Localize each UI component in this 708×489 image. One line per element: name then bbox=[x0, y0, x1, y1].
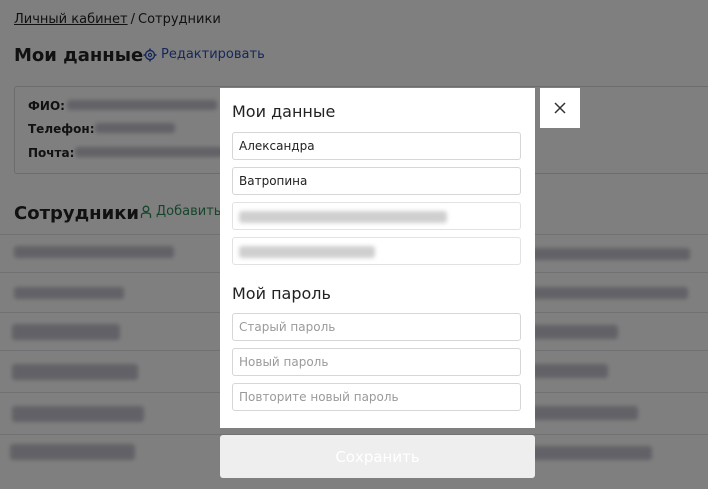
repeat-password-field[interactable] bbox=[232, 383, 521, 411]
save-button[interactable]: Сохранить bbox=[220, 435, 535, 478]
modal-password-heading: Мой пароль bbox=[232, 284, 331, 303]
first-name-field[interactable] bbox=[232, 132, 521, 160]
close-modal-button[interactable] bbox=[540, 88, 580, 128]
phone-field[interactable] bbox=[232, 202, 521, 230]
phone-field-redacted-value bbox=[239, 211, 447, 223]
new-password-field[interactable] bbox=[232, 348, 521, 376]
email-field-redacted-value bbox=[239, 246, 375, 258]
email-field[interactable] bbox=[232, 237, 521, 265]
modal-data-heading: Мои данные bbox=[232, 102, 336, 121]
old-password-field[interactable] bbox=[232, 313, 521, 341]
close-icon bbox=[554, 102, 566, 114]
last-name-field[interactable] bbox=[232, 167, 521, 195]
edit-profile-modal: Мои данные Мой пароль bbox=[220, 88, 535, 428]
